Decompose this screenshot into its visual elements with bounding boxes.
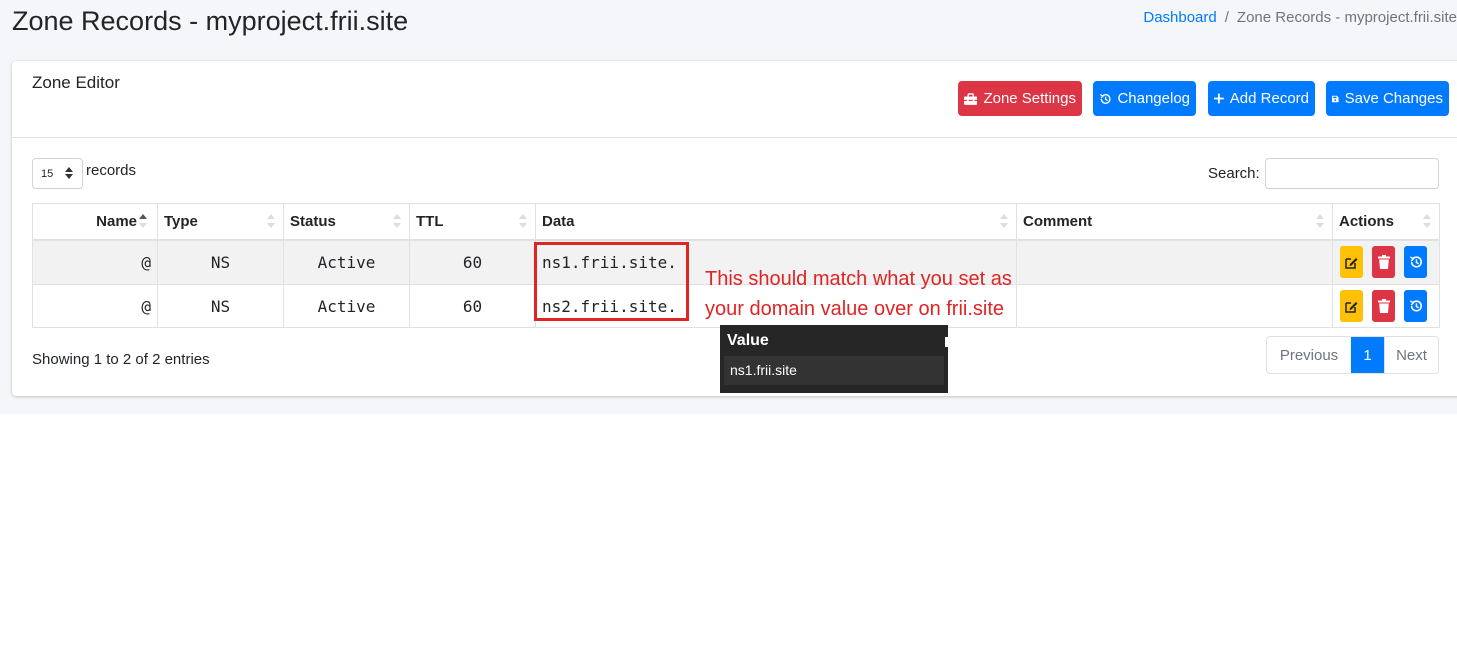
save-changes-button[interactable]: Save Changes xyxy=(1326,81,1449,116)
edit-record-button[interactable] xyxy=(1340,290,1363,322)
changelog-label: Changelog xyxy=(1117,90,1190,107)
column-header-data[interactable]: Data xyxy=(535,203,1017,241)
delete-record-button[interactable] xyxy=(1372,290,1395,322)
record-ttl-cell[interactable]: 60 xyxy=(409,284,536,328)
add-record-button[interactable]: Add Record xyxy=(1208,81,1315,116)
breadcrumb-current: Zone Records - myproject.frii.site xyxy=(1236,9,1457,26)
card-title: Zone Editor xyxy=(32,73,120,92)
record-actions-cell xyxy=(1332,284,1440,328)
column-header-type[interactable]: Type xyxy=(157,203,284,241)
sort-icon xyxy=(519,214,527,228)
search-input[interactable] xyxy=(1265,158,1439,189)
sort-asc-icon xyxy=(139,214,147,228)
sort-icon xyxy=(267,214,275,228)
zone-settings-button[interactable]: Zone Settings xyxy=(958,81,1082,116)
records-per-page-select[interactable]: 15 xyxy=(32,158,83,189)
table-header-row: Name Type Status TTL Data Comment Action… xyxy=(32,203,1440,241)
breadcrumb: Dashboard / Zone Records - myproject.frii.… xyxy=(1143,8,1457,28)
column-header-ttl[interactable]: TTL xyxy=(409,203,536,241)
sort-icon xyxy=(393,214,401,228)
data-highlight-box xyxy=(534,242,689,321)
search-label: Search: xyxy=(1208,165,1260,182)
records-per-page-value: 15 xyxy=(41,167,54,180)
add-record-label: Add Record xyxy=(1229,90,1309,107)
record-name-cell[interactable]: @ xyxy=(32,284,158,328)
records-per-page-label: records xyxy=(86,162,137,179)
sort-icon xyxy=(1000,214,1008,228)
pagination-page-1[interactable]: 1 xyxy=(1351,337,1384,373)
record-actions-cell xyxy=(1332,239,1440,285)
trash-icon xyxy=(1377,299,1390,313)
page-title: Zone Records - myproject.frii.site xyxy=(12,6,409,36)
edit-icon xyxy=(1345,301,1358,313)
column-header-name[interactable]: Name xyxy=(32,203,158,241)
breadcrumb-dashboard-link[interactable]: Dashboard xyxy=(1143,9,1216,26)
breadcrumb-separator: / xyxy=(1224,9,1229,26)
tooltip-edge xyxy=(945,337,948,347)
history-icon xyxy=(1409,256,1422,268)
record-type-cell[interactable]: NS xyxy=(157,284,284,328)
zone-settings-label: Zone Settings xyxy=(983,90,1076,107)
save-changes-label: Save Changes xyxy=(1344,90,1443,107)
history-icon xyxy=(1099,93,1111,104)
changelog-button[interactable]: Changelog xyxy=(1093,81,1196,116)
record-history-button[interactable] xyxy=(1404,246,1427,279)
tooltip-header: Value xyxy=(727,332,769,349)
sort-icon xyxy=(1423,214,1431,228)
edit-record-button[interactable] xyxy=(1340,246,1363,279)
record-history-button[interactable] xyxy=(1404,290,1427,322)
save-icon xyxy=(1332,95,1339,102)
record-status-cell: Active xyxy=(283,284,410,328)
delete-record-button[interactable] xyxy=(1372,246,1395,279)
toolbox-icon xyxy=(964,92,978,105)
value-tooltip: Value ns1.frii.site xyxy=(720,325,948,393)
column-header-status[interactable]: Status xyxy=(283,203,410,241)
pagination: Previous 1 Next xyxy=(1266,336,1439,374)
pagination-next[interactable]: Next xyxy=(1384,337,1438,373)
select-arrows-icon xyxy=(65,167,73,179)
column-header-comment[interactable]: Comment xyxy=(1016,203,1333,241)
record-name-cell[interactable]: @ xyxy=(32,239,158,285)
tooltip-value: ns1.frii.site xyxy=(724,356,944,385)
table-info: Showing 1 to 2 of 2 entries xyxy=(32,351,210,368)
edit-icon xyxy=(1345,257,1358,269)
trash-icon xyxy=(1377,255,1390,270)
column-header-actions[interactable]: Actions xyxy=(1332,203,1440,241)
record-ttl-cell[interactable]: 60 xyxy=(409,239,536,285)
card-header: Zone Editor Zone Settings Changelog Add … xyxy=(12,61,1457,138)
sort-icon xyxy=(1316,214,1324,228)
plus-icon xyxy=(1214,93,1224,104)
history-icon xyxy=(1409,300,1422,312)
annotation-line-1: This should match what you set as xyxy=(705,268,1012,290)
pagination-previous[interactable]: Previous xyxy=(1267,337,1351,373)
annotation-line-2: your domain value over on frii.site xyxy=(705,298,1005,320)
annotation-text: This should match what you set as your d… xyxy=(705,264,1065,324)
record-type-cell[interactable]: NS xyxy=(157,239,284,285)
record-status-cell: Active xyxy=(283,239,410,285)
